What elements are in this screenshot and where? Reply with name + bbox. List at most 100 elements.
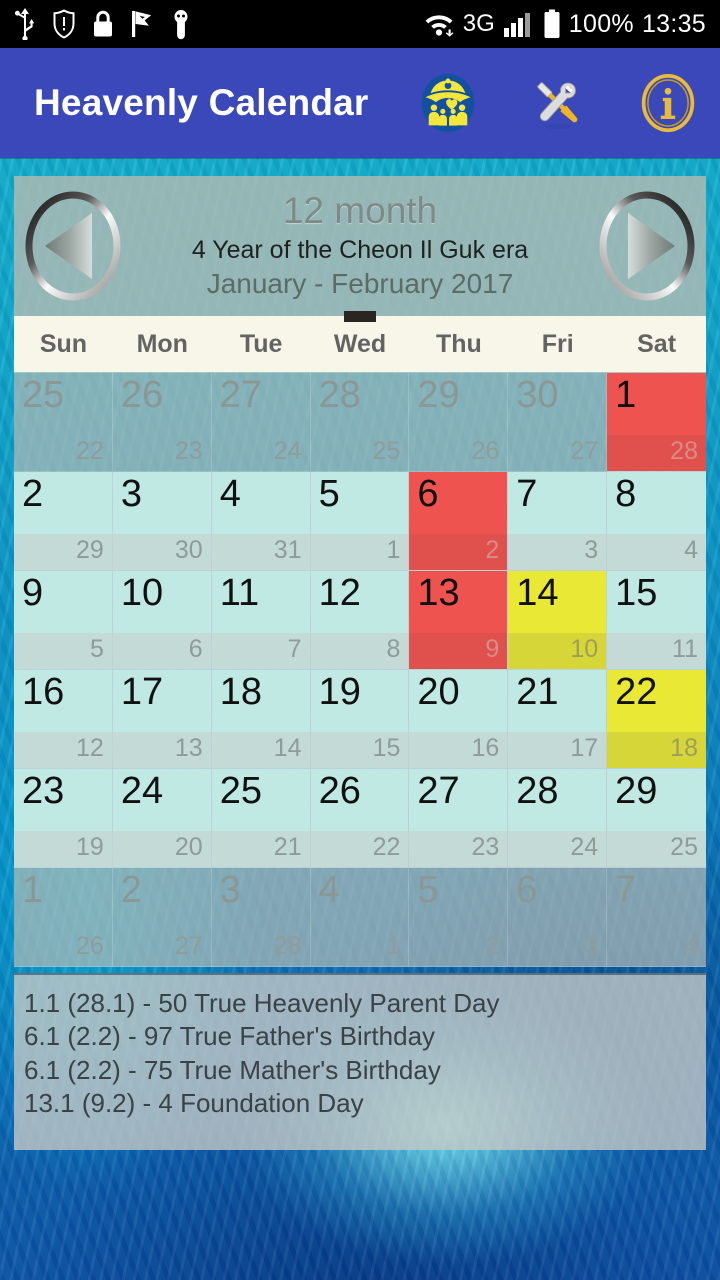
day-cell[interactable]: 19 15 [310, 670, 410, 769]
day-secondary-number: 15 [372, 734, 401, 762]
status-bar-right: 3G 100% 13:35 [423, 9, 706, 39]
day-cell[interactable]: 25 21 [211, 769, 311, 868]
day-cell[interactable]: 63 [508, 868, 608, 967]
next-arrow-icon[interactable] [594, 186, 700, 306]
day-cell[interactable]: 4 31 [211, 472, 311, 571]
day-primary-number: 27 [417, 770, 460, 812]
day-cell[interactable]: 17 13 [112, 670, 212, 769]
day-cell[interactable]: 26 23 [112, 373, 212, 472]
weekday-sat: Sat [637, 329, 677, 358]
day-cell[interactable]: 14 10 [508, 571, 608, 670]
day-cell[interactable]: 41 [310, 868, 410, 967]
day-cell-top: 21 [508, 670, 607, 732]
event-item[interactable]: 13.1 (9.2) - 4 Foundation Day [24, 1087, 696, 1120]
day-cell-bottom: 27 [113, 930, 211, 966]
day-cell[interactable]: 16 12 [14, 670, 113, 769]
day-primary-number: 5 [318, 473, 340, 515]
day-cell[interactable]: 11 7 [211, 571, 311, 670]
day-cell[interactable]: 26 22 [310, 769, 410, 868]
day-cell[interactable]: 95 [14, 571, 113, 670]
day-cell[interactable]: 15 11 [607, 571, 706, 670]
day-cell-bottom: 8 [310, 633, 409, 669]
previous-arrow-icon[interactable] [20, 186, 126, 306]
day-cell[interactable]: 29 26 [409, 373, 509, 472]
day-cell-bottom: 4 [607, 534, 706, 570]
day-cell-top: 12 [310, 571, 409, 633]
day-cell[interactable]: 18 14 [211, 670, 311, 769]
calendar-container: 12 month 4 Year of the Cheon Il Guk era … [14, 176, 706, 967]
day-cell-bottom: 3 [508, 930, 606, 966]
day-cell-bottom: 22 [14, 435, 112, 471]
day-primary-number: 6 [417, 473, 439, 515]
event-item[interactable]: 6.1 (2.2) - 97 True Father's Birthday [24, 1020, 696, 1053]
day-cell-top: 7 [508, 472, 607, 534]
day-cell[interactable]: 27 24 [211, 373, 311, 472]
day-cell[interactable]: 29 25 [607, 769, 706, 868]
day-cell[interactable]: 23 19 [14, 769, 113, 868]
day-cell[interactable]: 1 26 [14, 868, 113, 967]
day-cell-bottom: 2 [409, 930, 507, 966]
day-cell[interactable]: 3 30 [112, 472, 212, 571]
day-cell-top: 8 [607, 472, 706, 534]
day-cell[interactable]: 10 6 [112, 571, 212, 670]
lock-icon [94, 10, 112, 37]
day-cell-top: 1 [14, 868, 112, 930]
day-cell[interactable]: 28 25 [310, 373, 410, 472]
day-cell[interactable]: 2 27 [112, 868, 212, 967]
wifi-icon [425, 15, 454, 37]
day-secondary-number: 17 [570, 734, 599, 762]
day-cell[interactable]: 13 9 [409, 571, 509, 670]
event-item[interactable]: 6.1 (2.2) - 75 True Mather's Birthday [24, 1054, 696, 1087]
day-secondary-number: 26 [76, 932, 104, 960]
day-cell-bottom: 28 [607, 435, 706, 471]
day-primary-number: 15 [615, 572, 658, 614]
day-cell[interactable]: 25 22 [14, 373, 113, 472]
day-grid: 25 22 26 23 27 24 28 25 29 26 30 27 1 28 2 29 3 30 4 31 5 1 6 2… [14, 372, 706, 967]
day-cell-top: 17 [112, 670, 211, 732]
tools-icon[interactable] [528, 73, 588, 133]
day-primary-number: 20 [417, 671, 460, 713]
day-cell-top: 29 [607, 769, 706, 831]
day-primary-number: 1 [615, 374, 637, 416]
day-cell[interactable]: 3 28 [211, 868, 311, 967]
day-cell-bottom: 17 [508, 732, 607, 768]
weekday-thu: Thu [435, 329, 482, 358]
day-cell[interactable]: 62 [409, 472, 509, 571]
day-cell[interactable]: 20 16 [409, 670, 509, 769]
family-logo-icon[interactable] [418, 73, 478, 133]
day-secondary-number: 27 [570, 437, 599, 465]
day-cell[interactable]: 27 23 [409, 769, 509, 868]
day-secondary-number: 3 [584, 536, 599, 564]
day-cell-top: 27 [409, 769, 508, 831]
day-cell[interactable]: 128 [310, 571, 410, 670]
day-cell-top: 25 [14, 373, 112, 435]
day-cell[interactable]: 51 [310, 472, 410, 571]
day-cell-bottom: 1 [310, 534, 409, 570]
day-cell[interactable]: 73 [508, 472, 608, 571]
weekday-tue: Tue [239, 329, 283, 358]
day-secondary-number: 4 [684, 536, 698, 564]
info-circle-icon[interactable] [638, 73, 698, 133]
day-cell[interactable]: 74 [607, 868, 706, 967]
day-secondary-number: 26 [471, 437, 500, 465]
day-cell[interactable]: 30 27 [508, 373, 608, 472]
day-cell-bottom: 7 [211, 633, 310, 669]
month-title-block: 12 month 4 Year of the Cheon Il Guk era … [126, 192, 594, 300]
event-item[interactable]: 1.1 (28.1) - 50 True Heavenly Parent Day [24, 987, 696, 1020]
day-cell[interactable]: 22 18 [607, 670, 706, 769]
battery-percent-label: 100% [568, 9, 634, 38]
day-cell-bottom: 10 [508, 633, 607, 669]
day-cell[interactable]: 52 [409, 868, 509, 967]
day-cell[interactable]: 84 [607, 472, 706, 571]
signal-bars-icon [503, 13, 530, 37]
day-cell[interactable]: 2 29 [14, 472, 113, 571]
day-cell[interactable]: 21 17 [508, 670, 608, 769]
day-primary-number: 24 [120, 770, 164, 812]
day-secondary-number: 30 [174, 536, 203, 564]
day-cell[interactable]: 24 20 [112, 769, 212, 868]
day-cell[interactable]: 28 24 [508, 769, 608, 868]
day-cell[interactable]: 1 28 [607, 373, 706, 472]
day-primary-number: 21 [516, 671, 559, 713]
battery-full-icon [544, 9, 560, 38]
month-position-marker [344, 311, 376, 322]
